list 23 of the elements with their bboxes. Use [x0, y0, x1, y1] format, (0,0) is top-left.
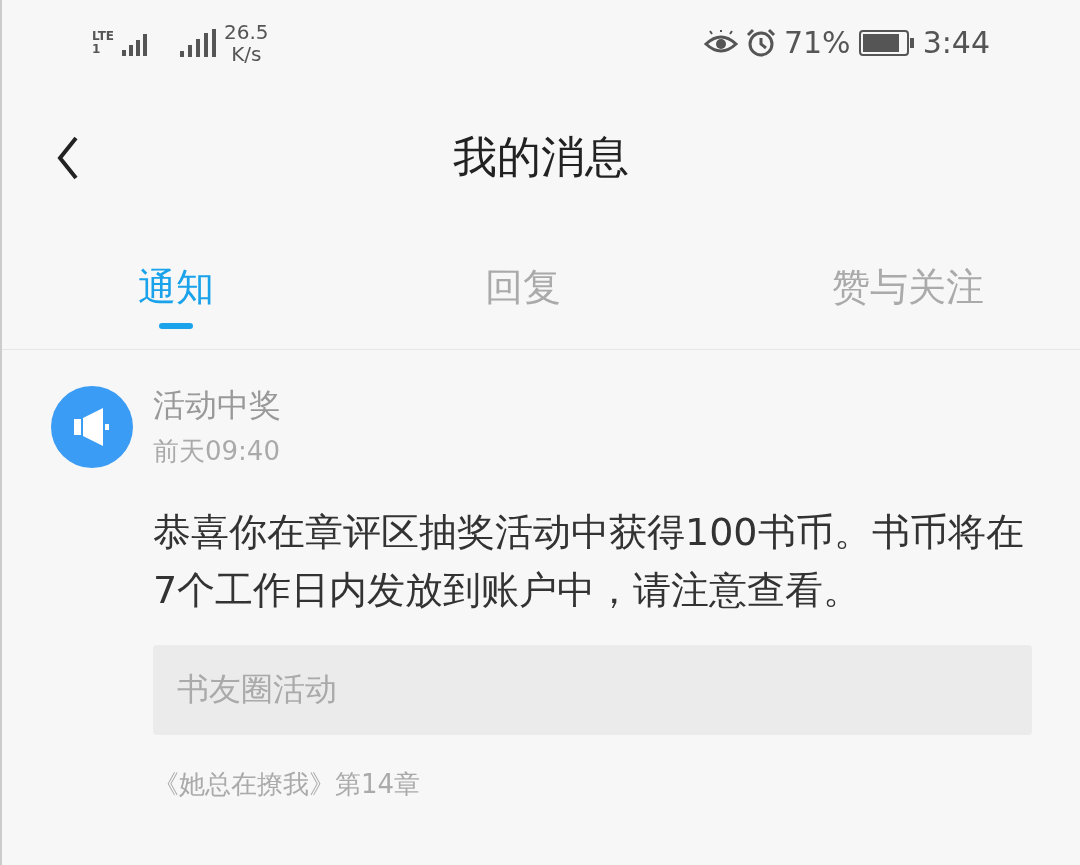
battery-percent: 71% [783, 25, 851, 60]
alarm-icon [745, 27, 776, 58]
speaker-icon [51, 385, 133, 468]
speed-value: 26.5 [224, 20, 269, 43]
network-label: LTE [92, 29, 115, 43]
sim-label: 1 [92, 42, 102, 56]
battery-icon [858, 29, 915, 56]
eye-icon [703, 29, 738, 56]
message-time: 前天09:40 [153, 435, 281, 468]
tab[interactable]: 通知 [138, 262, 214, 313]
page-title: 我的消息 [453, 130, 629, 184]
message-title: 活动中奖 [153, 385, 281, 426]
tab[interactable]: 赞与关注 [832, 262, 984, 313]
message-body: 恭喜你在章评区抽奖活动中获得100书币。书币将在7个工作日内发放到账户中，请注意查看。 [153, 509, 1025, 614]
book-chapter: 《她总在撩我》第14章 [153, 768, 422, 801]
back-icon[interactable] [56, 136, 80, 180]
clock-time: 3:44 [922, 25, 990, 60]
source-card[interactable]: 书友圈活动 [153, 645, 1032, 735]
source-label: 书友圈活动 [177, 669, 337, 710]
signal-icon [180, 28, 217, 57]
tab-indicator [159, 323, 193, 329]
speed-unit: K/s [231, 42, 262, 65]
tab[interactable]: 回复 [485, 262, 561, 313]
